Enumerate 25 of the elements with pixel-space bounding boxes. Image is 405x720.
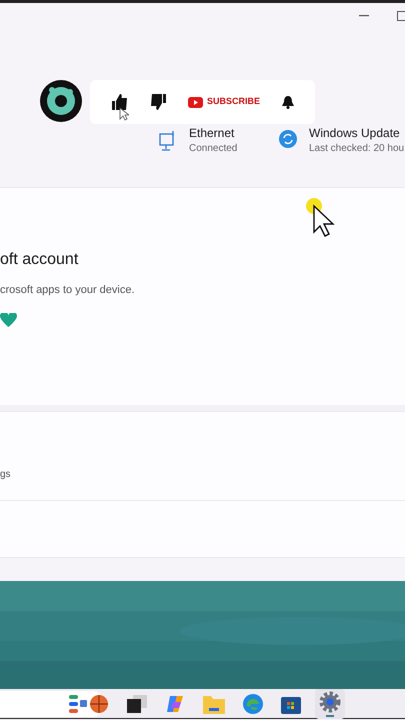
status-title: Ethernet: [189, 126, 236, 141]
avatar-icon: [40, 80, 82, 122]
subscribe-button[interactable]: SUBSCRIBE: [188, 95, 260, 109]
thumbs-up-icon[interactable]: [112, 94, 128, 110]
browser-icon[interactable]: [243, 694, 263, 714]
status-subtitle: Last checked: 20 hou: [309, 142, 404, 156]
sync-icon: [279, 130, 297, 148]
minimize-icon[interactable]: [359, 15, 369, 17]
window-icon[interactable]: [127, 694, 147, 712]
copilot-icon[interactable]: [165, 694, 185, 714]
settings-row[interactable]: gs: [0, 411, 405, 501]
cursor-highlight-icon: [306, 198, 336, 240]
status-subtitle: Connected: [189, 142, 238, 156]
play-icon: [188, 96, 203, 108]
card-title: oft account: [0, 250, 80, 270]
heart-icon: [0, 312, 17, 328]
cursor-icon: [119, 107, 129, 121]
bell-icon[interactable]: [282, 96, 294, 108]
maximize-icon[interactable]: [397, 11, 405, 21]
gear-icon[interactable]: [319, 690, 341, 712]
thumbs-down-icon[interactable]: [150, 94, 166, 110]
active-indicator: [326, 714, 334, 716]
card-description: crosoft apps to your device.: [0, 283, 136, 298]
status-title: Windows Update: [309, 126, 401, 141]
folder-icon[interactable]: [203, 694, 225, 714]
